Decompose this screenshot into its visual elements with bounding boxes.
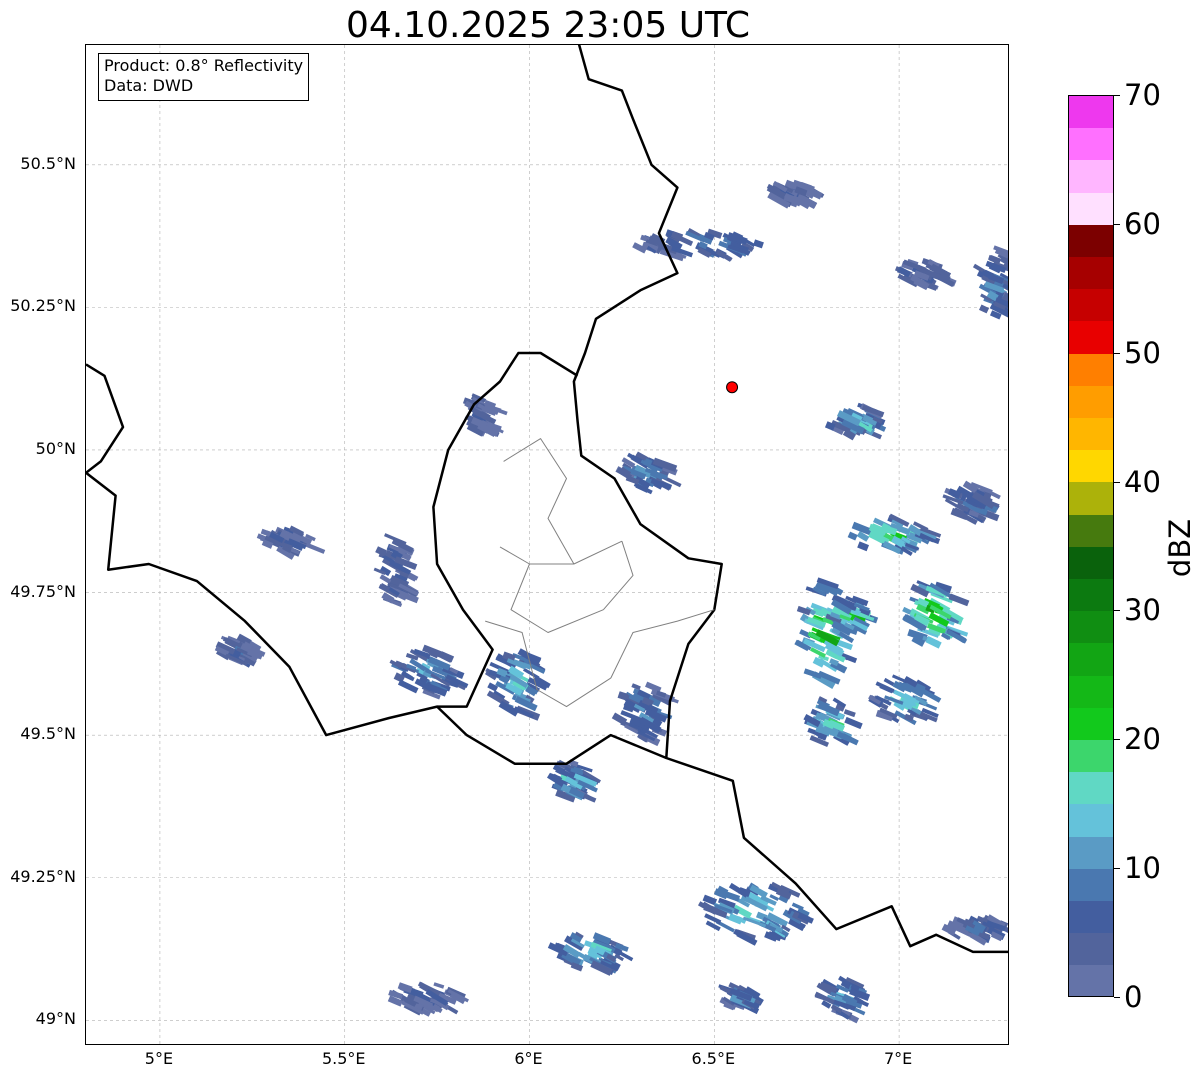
- colorbar-tick-label: 0: [1124, 980, 1143, 1014]
- colorbar-tick: [1114, 352, 1120, 354]
- colorbar-tick: [1114, 610, 1120, 612]
- colorbar-segment: [1069, 643, 1113, 676]
- lat-tick-label: 50°N: [35, 438, 76, 458]
- canton-border: [499, 540, 623, 565]
- colorbar-segment: [1069, 836, 1113, 869]
- colorbar-segment: [1069, 707, 1113, 741]
- colorbar-segment: [1069, 128, 1113, 161]
- product-label: Product: 0.8° Reflectivity: [104, 56, 304, 75]
- colorbar-tick-label: 10: [1124, 851, 1161, 886]
- colorbar-segment: [1069, 965, 1113, 996]
- radar-echo: [978, 304, 990, 314]
- colorbar-label: dBZ: [1163, 518, 1197, 578]
- colorbar-segment: [1069, 224, 1113, 258]
- colorbar: [1068, 95, 1114, 997]
- canton-border: [610, 609, 715, 679]
- colorbar-tick-label: 70: [1124, 78, 1161, 112]
- colorbar-tick-label: 30: [1124, 593, 1161, 628]
- radar-echo: [847, 531, 858, 541]
- colorbar-tick: [1114, 481, 1120, 483]
- colorbar-tick-label: 60: [1124, 206, 1161, 241]
- colorbar-segment: [1069, 514, 1113, 547]
- colorbar-tick: [1114, 997, 1120, 998]
- radar-map[interactable]: Product: 0.8° Reflectivity Data: DWD: [85, 44, 1009, 1045]
- radar-echo: [753, 239, 764, 249]
- border-france: [86, 471, 667, 765]
- colorbar-segment: [1069, 353, 1113, 386]
- colorbar-segment: [1069, 418, 1113, 451]
- lon-tick-label: 5.5°E: [321, 1049, 366, 1068]
- lon-tick-label: 7°E: [883, 1049, 913, 1068]
- colorbar-segment: [1069, 192, 1113, 225]
- radar-echo: [857, 541, 870, 552]
- lon-tick-label: 6.5°E: [691, 1049, 736, 1068]
- radar-echo: [844, 716, 863, 730]
- colorbar-tick: [1114, 739, 1120, 741]
- border-germany: [572, 45, 1008, 954]
- data-source-label: Data: DWD: [104, 76, 194, 95]
- colorbar-segment: [1069, 579, 1113, 612]
- colorbar-segment: [1069, 901, 1113, 934]
- colorbar-segment: [1069, 868, 1113, 902]
- canton-border: [603, 541, 634, 611]
- lon-tick-label: 5°E: [144, 1049, 174, 1068]
- border-belgium-west: [86, 363, 125, 474]
- lat-tick-label: 49.75°N: [10, 581, 76, 601]
- colorbar-segment: [1069, 450, 1113, 483]
- radar-echo: [883, 677, 895, 687]
- radar-echo: [397, 679, 419, 694]
- canton-border: [510, 563, 604, 633]
- radar-echo: [925, 636, 942, 649]
- lat-tick-label: 49.5°N: [20, 724, 76, 744]
- colorbar-segment: [1069, 385, 1113, 419]
- colorbar-segment: [1069, 289, 1113, 322]
- colorbar-tick: [1114, 868, 1120, 870]
- lat-tick-label: 49°N: [35, 1009, 76, 1029]
- radar-echo: [948, 593, 970, 607]
- colorbar-tick: [1114, 223, 1120, 225]
- colorbar-segment: [1069, 675, 1113, 708]
- radar-site-marker: [726, 381, 739, 394]
- colorbar-segment: [1069, 546, 1113, 580]
- colorbar-segment: [1069, 482, 1113, 515]
- colorbar-tick-label: 20: [1124, 722, 1161, 757]
- canton-border: [503, 438, 575, 565]
- map-canvas: [86, 45, 1008, 1044]
- colorbar-tick-label: 50: [1124, 335, 1161, 370]
- colorbar-segment: [1069, 321, 1113, 354]
- lat-tick-label: 50.5°N: [20, 153, 76, 173]
- lon-tick-label: 6°E: [514, 1049, 543, 1068]
- colorbar-tick: [1114, 95, 1120, 96]
- colorbar-segment: [1069, 160, 1113, 193]
- lat-tick-label: 50.25°N: [10, 296, 76, 316]
- colorbar-segment: [1069, 740, 1113, 773]
- radar-echo: [433, 982, 445, 989]
- radar-echo: [843, 709, 856, 718]
- colorbar-segment: [1069, 772, 1113, 805]
- colorbar-segment: [1069, 933, 1113, 966]
- canton-border: [485, 620, 612, 708]
- colorbar-tick-label: 40: [1124, 464, 1161, 499]
- info-box: Product: 0.8° Reflectivity Data: DWD: [98, 53, 310, 101]
- colorbar-segment: [1069, 804, 1113, 837]
- colorbar-segment: [1069, 611, 1113, 644]
- chart-title: 04.10.2025 23:05 UTC: [345, 5, 751, 46]
- colorbar-segment: [1069, 96, 1113, 129]
- colorbar-segment: [1069, 257, 1113, 290]
- lat-tick-label: 49.25°N: [10, 866, 76, 886]
